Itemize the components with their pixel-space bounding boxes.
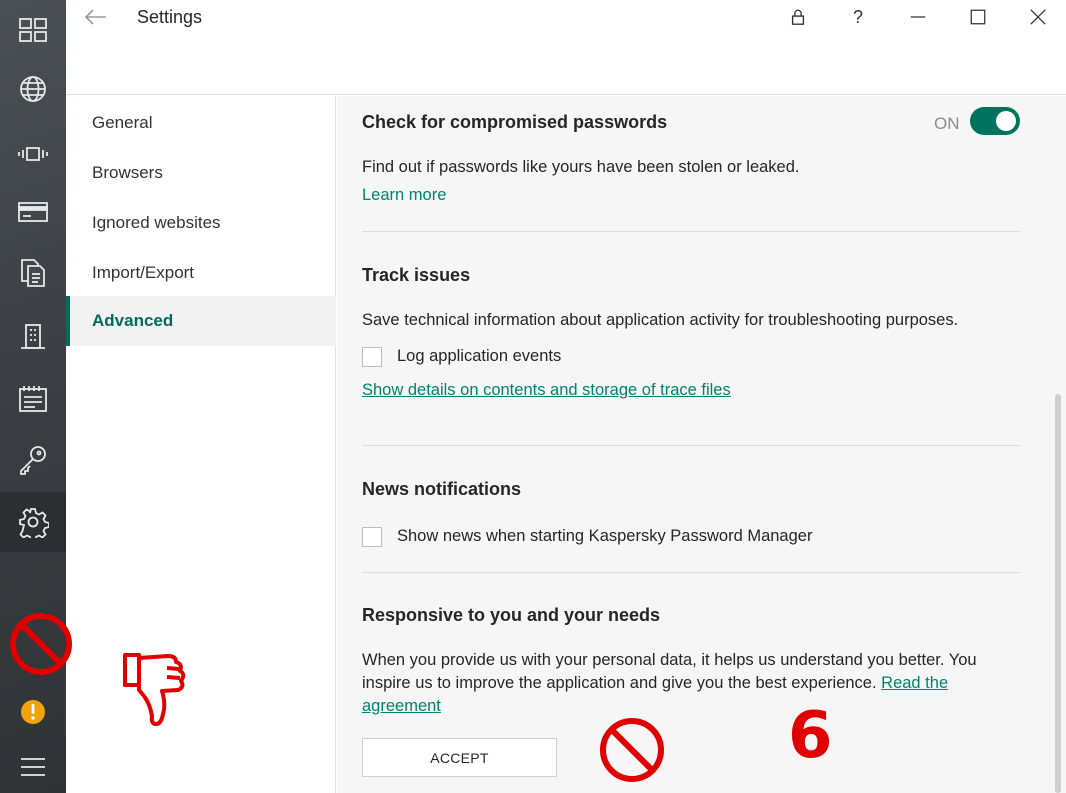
accept-button[interactable]: ACCEPT [362, 738, 557, 777]
settings-gear-icon[interactable] [0, 492, 66, 552]
track-issues-title: Track issues [362, 265, 471, 285]
nav-item-general[interactable]: General [66, 98, 336, 148]
show-news-checkbox[interactable] [362, 527, 382, 547]
responsive-description-line2: inspire us to improve the application an… [362, 672, 948, 695]
maximize-icon[interactable] [958, 2, 998, 32]
minimize-icon[interactable] [898, 2, 938, 32]
notepad-icon[interactable] [0, 369, 66, 429]
nav-item-browsers[interactable]: Browsers [66, 148, 336, 198]
settings-content: Check for compromised passwords ON Find … [337, 96, 1066, 793]
read-agreement-link-part2[interactable]: agreement [362, 695, 441, 718]
settings-nav: General Browsers Ignored websites Import… [66, 96, 336, 793]
compromised-passwords-description: Find out if passwords like yours have be… [362, 158, 800, 176]
annotation-number: 6 [788, 699, 833, 773]
log-events-label: Log application events [397, 347, 562, 365]
warning-icon[interactable] [0, 682, 66, 742]
key-icon[interactable] [0, 430, 66, 490]
toggle-knob [996, 111, 1016, 131]
dashboard-icon[interactable] [0, 0, 66, 60]
carousel-icon[interactable] [0, 124, 66, 184]
responsive-title: Responsive to you and your needs [362, 605, 661, 625]
section-divider [362, 231, 1020, 232]
title-bar: Settings ? [66, 0, 1066, 95]
credit-card-icon[interactable] [0, 182, 66, 242]
window-title: Settings [137, 7, 203, 27]
news-notifications-title: News notifications [362, 479, 522, 499]
building-icon[interactable] [0, 306, 66, 366]
close-icon[interactable] [1018, 2, 1058, 32]
trace-files-link[interactable]: Show details on contents and storage of … [362, 379, 731, 402]
compromised-passwords-title: Check for compromised passwords [362, 112, 668, 132]
track-issues-description: Save technical information about applica… [362, 311, 959, 329]
thumbs-down-icon [122, 652, 188, 730]
menu-icon[interactable] [0, 737, 66, 793]
help-icon[interactable]: ? [838, 2, 878, 32]
prohibited-sign-icon [8, 612, 74, 676]
nav-item-import-export[interactable]: Import/Export [66, 248, 336, 298]
nav-item-ignored-websites[interactable]: Ignored websites [66, 198, 336, 248]
documents-icon[interactable] [0, 243, 66, 303]
toggle-state-label: ON [934, 114, 960, 133]
show-news-label: Show news when starting Kaspersky Passwo… [397, 527, 813, 545]
log-events-checkbox[interactable] [362, 347, 382, 367]
nav-item-advanced[interactable]: Advanced [66, 296, 336, 346]
learn-more-link[interactable]: Learn more [362, 184, 446, 207]
compromised-passwords-toggle[interactable] [970, 107, 1020, 135]
scrollbar-thumb[interactable] [1055, 394, 1061, 793]
responsive-description-text: inspire us to improve the application an… [362, 674, 877, 692]
section-divider [362, 445, 1020, 446]
read-agreement-link-part1[interactable]: Read the [881, 674, 948, 692]
globe-icon[interactable] [0, 59, 66, 119]
prohibited-sign-icon [598, 717, 666, 783]
back-arrow-icon[interactable] [82, 4, 110, 30]
responsive-description-line1: When you provide us with your personal d… [362, 651, 977, 669]
lock-icon[interactable] [778, 2, 818, 32]
section-divider [362, 572, 1020, 573]
